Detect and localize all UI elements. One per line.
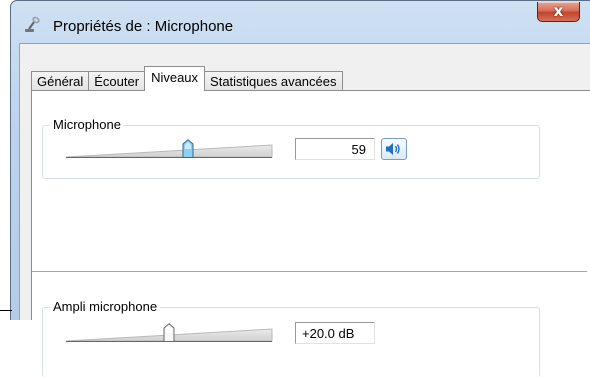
tab-statistiques-avancees[interactable]: Statistiques avancées (204, 71, 343, 91)
speaker-icon (386, 143, 400, 155)
slider-track (65, 144, 273, 158)
microphone-level-value[interactable]: 59 (295, 138, 375, 160)
close-button[interactable]: x (537, 2, 580, 22)
properties-dialog: Propriétés de : Microphone x Général Éco… (10, 0, 590, 377)
title-bar[interactable]: Propriétés de : Microphone x (11, 1, 590, 43)
edge-line (0, 310, 12, 311)
slider-thumb[interactable] (182, 139, 194, 159)
tab-general[interactable]: Général (31, 71, 90, 91)
mute-toggle-button[interactable] (381, 138, 407, 160)
microphone-group: Microphone 59 (42, 117, 540, 179)
microphone-boost-value[interactable]: +20.0 dB (295, 322, 375, 344)
microphone-boost-label: Ampli microphone (50, 299, 161, 314)
tab-strip: Général Écouter Niveaux Statistiques ava… (31, 65, 343, 91)
tab-niveaux[interactable]: Niveaux (144, 66, 206, 91)
microphone-level-slider[interactable] (64, 136, 274, 162)
levels-panel: Microphone 59 Ampli microphone +20.0 dB (31, 90, 590, 377)
dialog-client-area: Général Écouter Niveaux Statistiques ava… (19, 43, 590, 377)
window-title: Propriétés de : Microphone (53, 18, 234, 35)
close-icon: x (553, 2, 564, 20)
microphone-label: Microphone (50, 117, 124, 132)
microphone-boost-slider[interactable] (64, 320, 274, 346)
section-divider (32, 271, 587, 273)
microphone-icon (23, 15, 43, 35)
slider-thumb[interactable] (163, 323, 175, 343)
microphone-boost-group: Ampli microphone +20.0 dB (42, 299, 540, 377)
tab-ecouter[interactable]: Écouter (88, 71, 146, 91)
